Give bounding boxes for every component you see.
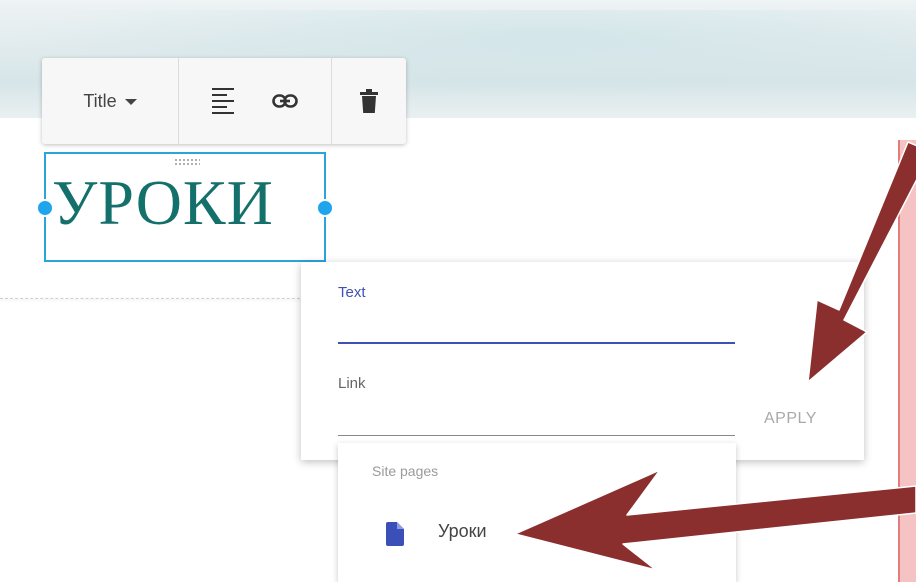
delete-group xyxy=(332,58,406,144)
caret-down-icon xyxy=(124,99,137,105)
align-left-icon[interactable] xyxy=(212,88,234,114)
resize-handle-right[interactable] xyxy=(316,199,334,217)
site-pages-dropdown: Site pages Уроки xyxy=(338,443,736,582)
selected-title-element[interactable]: УРОКИ xyxy=(36,152,334,262)
apply-button[interactable]: APPLY xyxy=(764,410,817,428)
title-text[interactable]: УРОКИ xyxy=(52,166,274,240)
style-dropdown-label: Title xyxy=(83,90,117,111)
link-dialog: Text Link APPLY xyxy=(301,262,864,460)
text-field-underline xyxy=(338,342,735,344)
document-icon xyxy=(386,522,404,546)
style-dropdown[interactable]: Title xyxy=(42,58,179,144)
text-toolbar: Title xyxy=(42,58,406,144)
site-page-label: Уроки xyxy=(438,521,487,541)
link-icon[interactable] xyxy=(272,94,298,108)
section-divider xyxy=(0,298,340,299)
format-group xyxy=(179,58,332,144)
site-pages-heading: Site pages xyxy=(372,463,439,479)
resize-handle-left[interactable] xyxy=(36,199,54,217)
link-field-input[interactable] xyxy=(338,404,735,432)
link-field-underline xyxy=(338,435,735,436)
text-field-input[interactable] xyxy=(338,312,735,340)
link-field-label: Link xyxy=(338,375,366,392)
text-field-label: Text xyxy=(338,284,366,301)
drag-handle-icon[interactable] xyxy=(174,158,200,166)
trash-icon[interactable] xyxy=(360,89,378,113)
highlight-strip xyxy=(898,140,916,582)
site-page-item[interactable]: Уроки xyxy=(338,505,736,561)
